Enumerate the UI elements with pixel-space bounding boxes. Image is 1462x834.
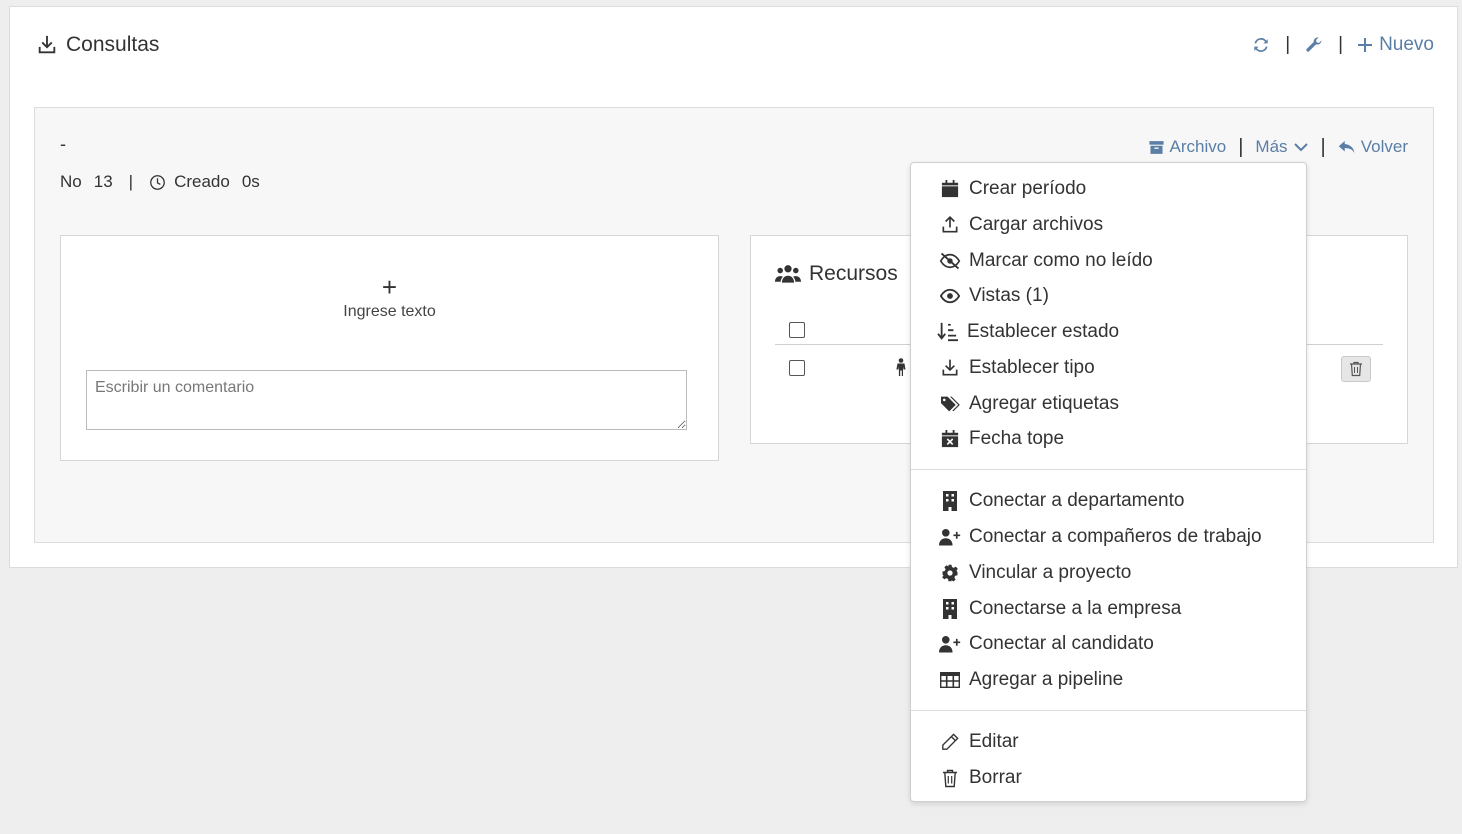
- record-no-label: No: [60, 172, 82, 191]
- record-actions: Archivo | Más | Volver: [1148, 134, 1408, 160]
- menu-item-agregar-pipeline[interactable]: Agregar a pipeline: [939, 665, 1123, 695]
- menu-item-establecer-tipo[interactable]: Establecer tipo: [939, 353, 1095, 383]
- menu-item-label: Conectar a compañeros de trabajo: [969, 526, 1262, 547]
- user-plus-icon: [939, 635, 961, 653]
- delete-resource-button[interactable]: [1341, 356, 1371, 382]
- menu-item-label: Establecer tipo: [969, 357, 1095, 378]
- menu-item-label: Cargar archivos: [969, 214, 1104, 235]
- back-button[interactable]: Volver: [1338, 137, 1408, 157]
- menu-item-label: Agregar etiquetas: [969, 393, 1119, 414]
- menu-item-borrar[interactable]: Borrar: [939, 763, 1022, 793]
- eye-icon: [939, 288, 961, 304]
- archive-icon: [1148, 139, 1165, 156]
- menu-item-label: Editar: [969, 731, 1019, 752]
- building-icon: [939, 491, 961, 511]
- resources-title: Recursos: [775, 262, 898, 286]
- separator: |: [1320, 135, 1326, 158]
- back-label: Volver: [1360, 137, 1408, 156]
- menu-item-conectarse-empresa[interactable]: Conectarse a la empresa: [939, 594, 1181, 624]
- menu-divider: [911, 710, 1306, 711]
- menu-item-label: Crear período: [969, 178, 1087, 199]
- pencil-icon: [939, 733, 961, 751]
- separator: |: [1338, 34, 1344, 55]
- sort-icon: [937, 322, 959, 342]
- more-dropdown-menu: Crear período Cargar archivos Marcar com…: [910, 162, 1307, 802]
- add-text-plus[interactable]: +: [61, 274, 718, 300]
- reply-icon: [1338, 139, 1356, 155]
- add-text-label[interactable]: Ingrese texto: [61, 303, 718, 321]
- user-plus-icon: [939, 528, 961, 546]
- menu-item-label: Agregar a pipeline: [969, 669, 1124, 690]
- wrench-icon[interactable]: [1304, 35, 1324, 55]
- menu-item-crear-periodo[interactable]: Crear período: [939, 174, 1086, 204]
- page-title-text: Consultas: [66, 33, 160, 56]
- comment-input[interactable]: [86, 370, 687, 430]
- menu-item-label: Conectar a departamento: [969, 490, 1185, 511]
- more-label: Más: [1255, 137, 1288, 156]
- menu-item-establecer-estado[interactable]: Establecer estado: [937, 317, 1119, 347]
- record-title: -: [60, 134, 66, 154]
- separator: |: [128, 172, 134, 191]
- person-icon: [895, 358, 907, 376]
- menu-item-editar[interactable]: Editar: [939, 727, 1019, 757]
- menu-item-fecha-tope[interactable]: Fecha tope: [939, 424, 1064, 454]
- row-checkbox[interactable]: [789, 360, 805, 376]
- record-meta: No 13 | Creado 0s: [60, 172, 260, 192]
- menu-divider: [911, 469, 1306, 470]
- created-label: Creado: [174, 172, 230, 191]
- menu-item-label: Conectarse a la empresa: [969, 598, 1182, 619]
- menu-item-conectar-departamento[interactable]: Conectar a departamento: [939, 486, 1184, 516]
- menu-item-vincular-proyecto[interactable]: Vincular a proyecto: [939, 558, 1131, 588]
- trash-icon: [939, 769, 961, 788]
- record-no-value: 13: [93, 172, 113, 191]
- menu-item-marcar-no-leido[interactable]: Marcar como no leído: [939, 246, 1153, 276]
- more-dropdown-toggle[interactable]: Más: [1255, 137, 1308, 157]
- separator: |: [1285, 34, 1291, 55]
- eye-slash-icon: [939, 252, 961, 270]
- clock-icon: [149, 174, 166, 191]
- download-icon: [36, 34, 58, 56]
- header-actions: | | Nuevo: [1251, 32, 1434, 58]
- new-button[interactable]: Nuevo: [1357, 34, 1434, 56]
- menu-item-agregar-etiquetas[interactable]: Agregar etiquetas: [939, 389, 1119, 419]
- select-all-checkbox[interactable]: [789, 322, 805, 338]
- menu-item-label: Conectar al candidato: [969, 633, 1154, 654]
- new-button-label: Nuevo: [1379, 34, 1434, 55]
- menu-item-label: Marcar como no leído: [969, 250, 1153, 271]
- menu-item-label: Fecha tope: [969, 428, 1065, 449]
- comment-card: + Ingrese texto: [60, 235, 719, 461]
- menu-item-conectar-companeros[interactable]: Conectar a compañeros de trabajo: [939, 522, 1262, 552]
- menu-item-label: Establecer estado: [967, 321, 1120, 342]
- gear-icon: [939, 564, 961, 582]
- trash-icon: [1349, 361, 1363, 377]
- table-icon: [939, 672, 961, 688]
- calendar-x-icon: [939, 430, 961, 448]
- menu-item-label: Vincular a proyecto: [969, 562, 1132, 583]
- page-title: Consultas: [36, 32, 159, 58]
- menu-item-vistas[interactable]: Vistas (1): [939, 281, 1049, 311]
- menu-item-conectar-candidato[interactable]: Conectar al candidato: [939, 629, 1154, 659]
- refresh-icon[interactable]: [1251, 35, 1271, 55]
- menu-item-label: Vistas (1): [969, 285, 1049, 306]
- calendar-icon: [939, 180, 961, 198]
- download-icon: [939, 358, 961, 378]
- menu-item-cargar-archivos[interactable]: Cargar archivos: [939, 210, 1103, 240]
- plus-icon: [1357, 37, 1373, 53]
- tags-icon: [939, 395, 961, 413]
- resources-title-text: Recursos: [809, 262, 898, 285]
- chevron-down-icon: [1293, 139, 1309, 155]
- building-icon: [939, 599, 961, 619]
- upload-icon: [939, 215, 961, 235]
- archive-label: Archivo: [1169, 137, 1227, 156]
- created-value: 0s: [241, 172, 260, 191]
- menu-item-label: Borrar: [969, 767, 1022, 788]
- users-icon: [775, 264, 801, 284]
- archive-button[interactable]: Archivo: [1148, 137, 1227, 157]
- separator: |: [1238, 135, 1244, 158]
